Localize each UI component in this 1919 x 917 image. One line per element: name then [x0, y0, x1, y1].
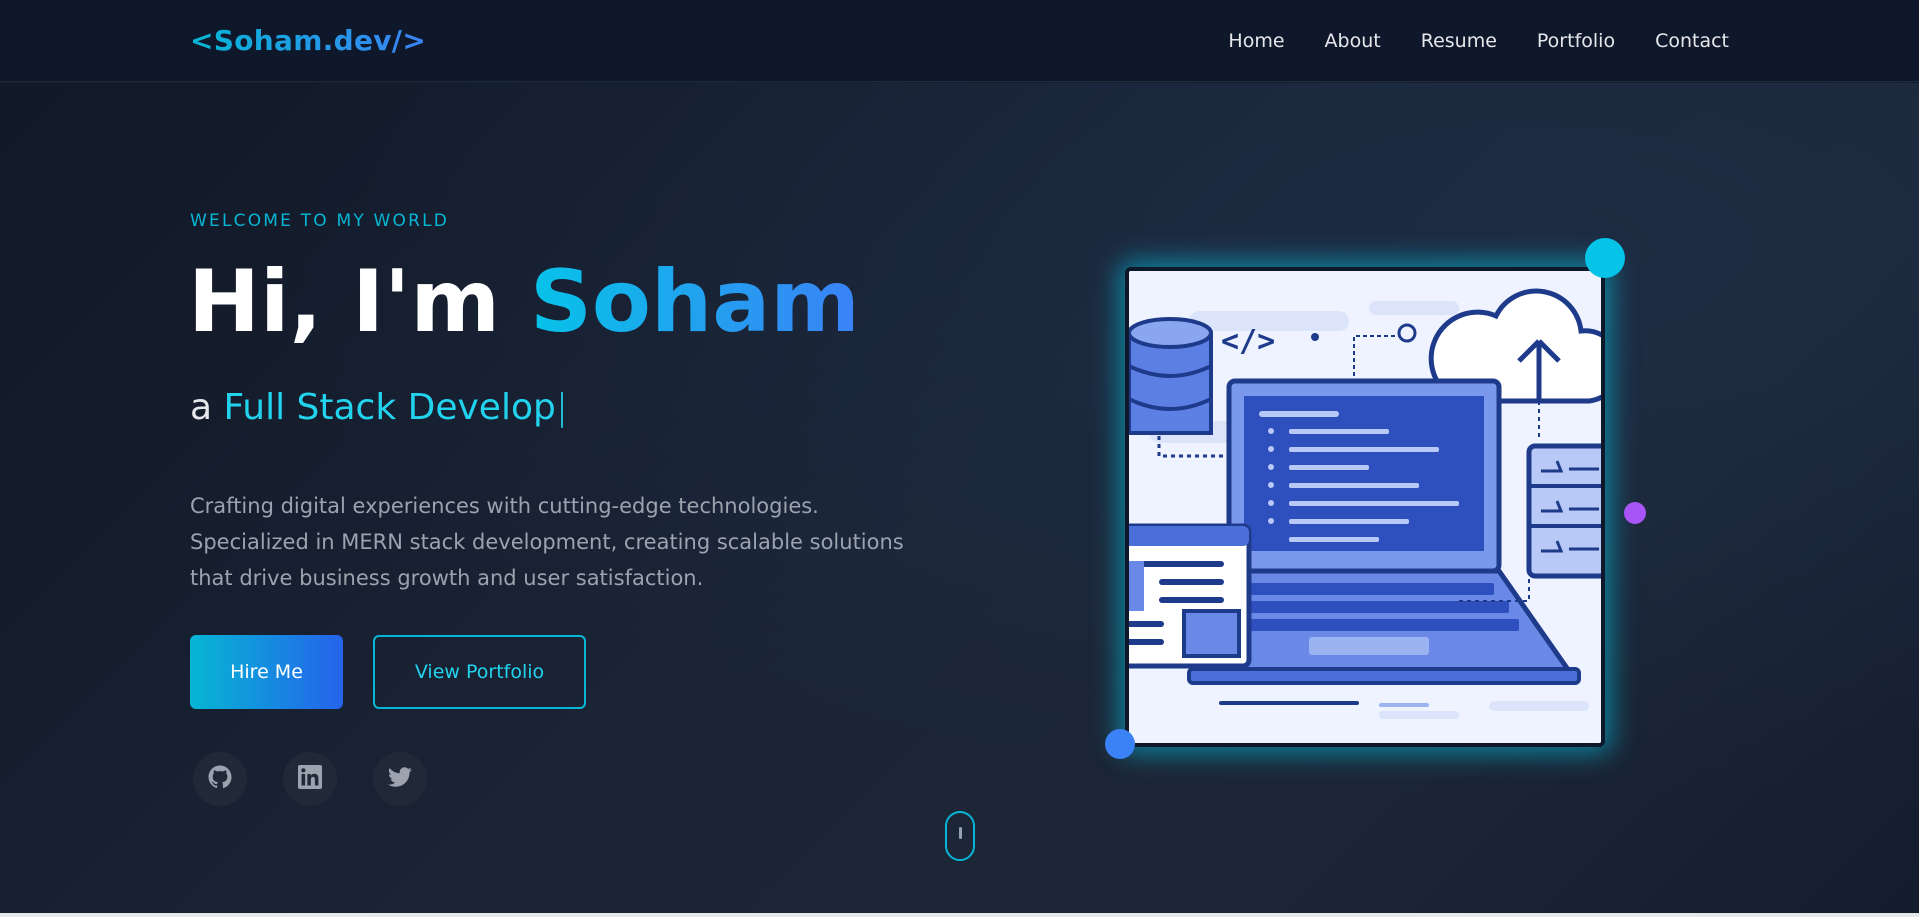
database-icon [1129, 317, 1213, 435]
nav-resume[interactable]: Resume [1421, 30, 1497, 52]
linkedin-icon [298, 765, 322, 793]
hero-section: WELCOME TO MY WORLD Hi, I'm Soham a Full… [0, 83, 1919, 913]
nav-home[interactable]: Home [1228, 30, 1284, 52]
nav-contact[interactable]: Contact [1655, 30, 1729, 52]
hero-eyebrow: WELCOME TO MY WORLD [190, 211, 450, 231]
hire-me-button[interactable]: Hire Me [190, 635, 343, 709]
twitter-icon [388, 765, 412, 793]
view-portfolio-button[interactable]: View Portfolio [373, 635, 586, 709]
scroll-wheel [959, 827, 962, 839]
decorative-dot-cyan [1585, 238, 1625, 278]
nav-portfolio[interactable]: Portfolio [1537, 30, 1615, 52]
logo[interactable]: <Soham.dev/> [190, 24, 426, 57]
hero-greeting: Hi, I'm [188, 252, 530, 352]
page-bottom-edge [0, 913, 1919, 917]
hero-headline: Hi, I'm Soham [188, 255, 860, 350]
hero-subtitle-prefix: a [190, 387, 224, 428]
hero-name: Soham [529, 252, 860, 352]
github-icon [208, 765, 232, 793]
browser-window-icon [1129, 523, 1252, 669]
hero-subtitle: a Full Stack Develop| [190, 387, 568, 428]
github-link[interactable] [193, 752, 247, 806]
decorative-dot-purple [1624, 502, 1646, 524]
nav-links: Home About Resume Portfolio Contact [1228, 30, 1729, 52]
twitter-link[interactable] [373, 752, 427, 806]
decorative-dot-blue [1105, 729, 1135, 759]
hero-description: Crafting digital experiences with cuttin… [190, 494, 904, 590]
nav-about[interactable]: About [1325, 30, 1381, 52]
svg-text:</>: </> [1221, 324, 1275, 359]
typing-caret: | [555, 387, 568, 428]
linkedin-link[interactable] [283, 752, 337, 806]
scroll-indicator-icon[interactable] [945, 811, 975, 861]
hero-role-typing: Full Stack Develop [223, 387, 556, 428]
navbar: <Soham.dev/> Home About Resume Portfolio… [0, 0, 1919, 82]
developer-illustration: </> [1125, 267, 1605, 747]
checklist-panel-icon [1526, 443, 1601, 579]
